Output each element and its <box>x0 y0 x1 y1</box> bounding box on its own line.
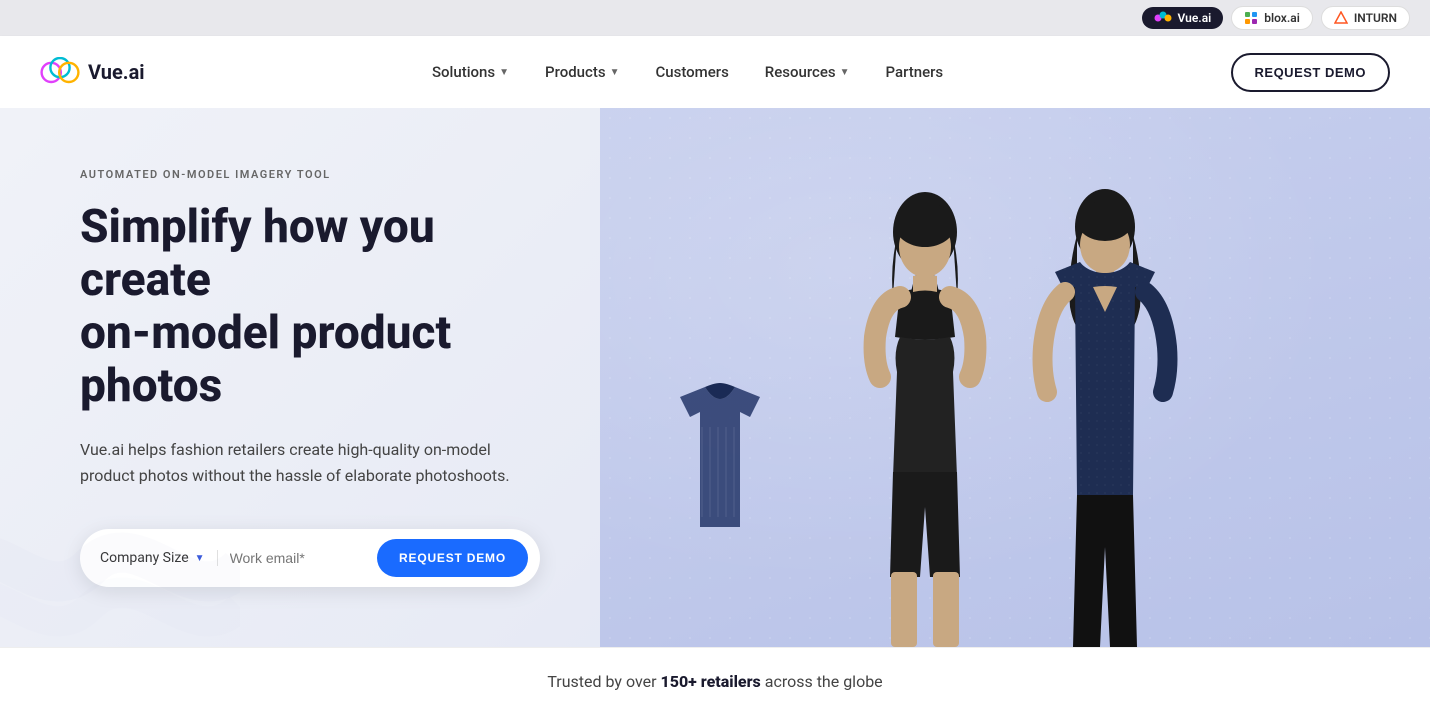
hero-right-panel <box>600 108 1430 647</box>
blox-ai-logo-icon <box>1244 11 1258 25</box>
trusted-bar: Trusted by over 150+ retailers across th… <box>0 647 1430 715</box>
trusted-prefix: Trusted by over <box>547 672 660 691</box>
nav-customers[interactable]: Customers <box>639 55 744 89</box>
vue-ai-label: Vue.ai <box>1178 11 1212 25</box>
hero-eyebrow: AUTOMATED ON-MODEL IMAGERY TOOL <box>80 168 540 181</box>
email-input[interactable] <box>230 550 365 566</box>
inturn-badge[interactable]: INTURN <box>1321 6 1410 30</box>
top-bar: Vue.ai blox.ai INTURN <box>0 0 1430 36</box>
nav-links: Solutions ▼ Products ▼ Customers Resourc… <box>416 55 959 89</box>
nav-partners[interactable]: Partners <box>870 55 960 89</box>
products-chevron-icon: ▼ <box>610 67 620 78</box>
ghost-shirt-svg <box>660 377 780 547</box>
hero-subtitle: Vue.ai helps fashion retailers create hi… <box>80 437 540 490</box>
company-size-dropdown[interactable]: Company Size ▼ <box>100 550 218 566</box>
nav-resources[interactable]: Resources ▼ <box>749 55 866 89</box>
resources-chevron-icon: ▼ <box>840 67 850 78</box>
nav-products[interactable]: Products ▼ <box>529 55 635 89</box>
hero-title: Simplify how you create on-model product… <box>80 201 540 413</box>
navbar: Vue.ai Solutions ▼ Products ▼ Customers … <box>0 36 1430 108</box>
vue-ai-logo-icon <box>1154 11 1172 25</box>
company-size-chevron-icon: ▼ <box>195 553 205 564</box>
trusted-highlight: 150+ retailers <box>660 672 760 691</box>
logo-link[interactable]: Vue.ai <box>40 57 145 87</box>
hero-form: Company Size ▼ REQUEST DEMO <box>80 529 540 587</box>
model-1-svg <box>825 177 1025 647</box>
hero-request-demo-button[interactable]: REQUEST DEMO <box>377 539 528 577</box>
solutions-chevron-icon: ▼ <box>499 67 509 78</box>
model-2-svg <box>1005 177 1205 647</box>
inturn-logo-icon <box>1334 11 1348 25</box>
blox-ai-label: blox.ai <box>1264 11 1300 25</box>
logo-icon <box>40 57 80 87</box>
nav-request-demo-button[interactable]: REQUEST DEMO <box>1231 53 1390 92</box>
ghost-shirt <box>660 377 780 547</box>
trusted-suffix: across the globe <box>761 672 883 691</box>
nav-solutions[interactable]: Solutions ▼ <box>416 55 525 89</box>
vue-ai-badge[interactable]: Vue.ai <box>1142 7 1224 29</box>
hero-left-panel: AUTOMATED ON-MODEL IMAGERY TOOL Simplify… <box>0 108 600 647</box>
blox-ai-badge[interactable]: blox.ai <box>1231 6 1313 30</box>
company-size-label: Company Size <box>100 550 189 566</box>
hero-section: AUTOMATED ON-MODEL IMAGERY TOOL Simplify… <box>0 108 1430 647</box>
inturn-label: INTURN <box>1354 11 1397 25</box>
